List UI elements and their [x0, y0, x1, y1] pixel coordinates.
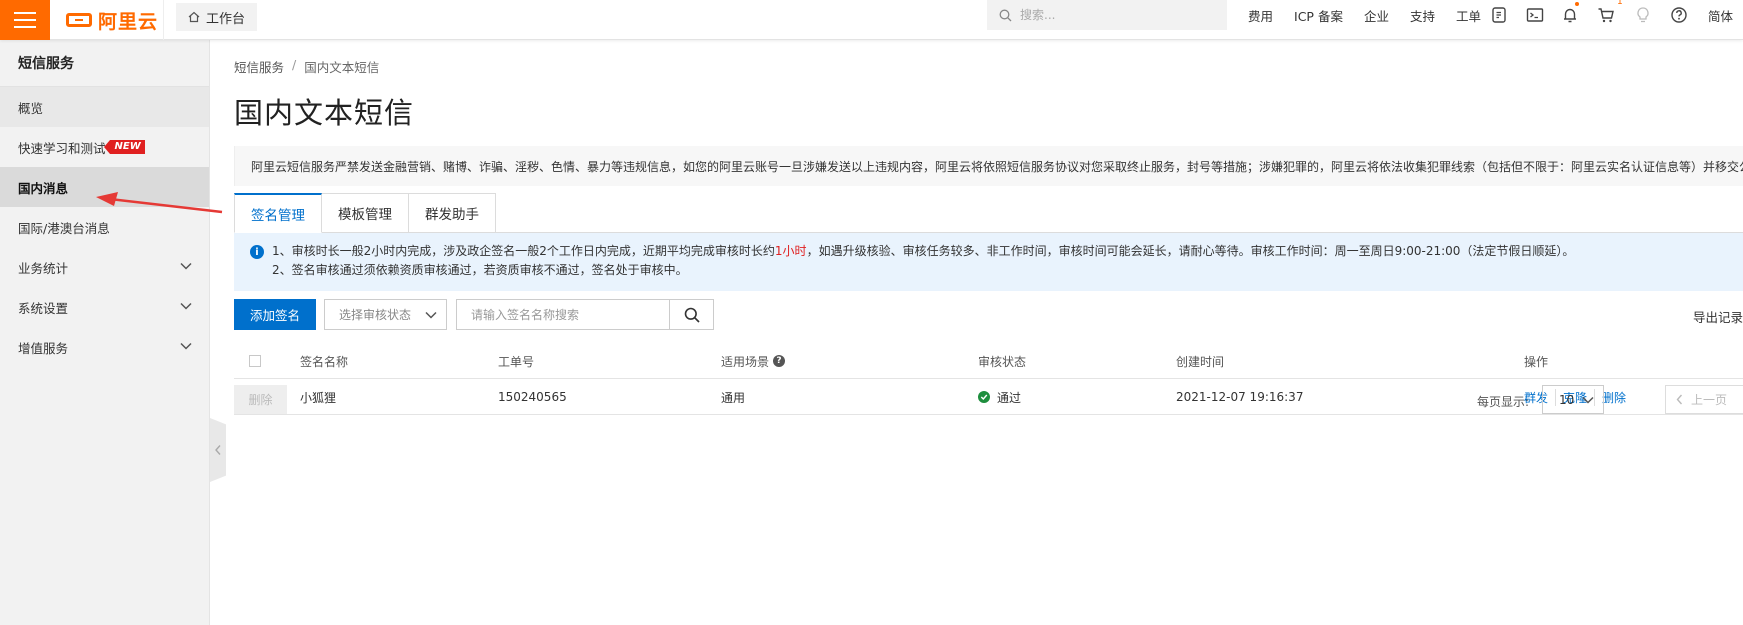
tab-bar: 签名管理 模板管理 群发助手 [234, 193, 1743, 233]
divider [163, 0, 164, 40]
aliyun-logo-icon [66, 13, 92, 27]
sidebar-item-label: 国际/港澳台消息 [18, 220, 110, 236]
sidebar-item-label: 系统设置 [18, 300, 69, 316]
hamburger-menu-button[interactable] [0, 0, 50, 40]
chevron-down-icon [180, 342, 192, 350]
search-icon [999, 9, 1012, 21]
previous-page-button[interactable]: 上一页 [1665, 385, 1743, 414]
breadcrumb-separator: / [292, 57, 297, 72]
table-header: 签名名称 工单号 适用场景 ? 审核状态 创建时间 操作 [234, 343, 1743, 379]
info-line-1-start: 1、审核时长一般2小时内完成，涉及政企签名一般2个工作日内完成，近期平均完成审核… [272, 244, 775, 258]
add-signature-button[interactable]: 添加签名 [234, 299, 317, 330]
table-footer: 删除 每页显示: 10 上一页 [234, 385, 1743, 415]
sidebar-item-domestic-messages[interactable]: 国内消息 [0, 167, 209, 207]
menu-line [14, 19, 36, 21]
search-icon [684, 307, 700, 323]
header-review-status: 审核状态 [978, 354, 1027, 369]
header-operations: 操作 [1524, 354, 1549, 369]
nav-link-fees[interactable]: 费用 [1248, 6, 1273, 25]
top-nav-links: 费用 ICP 备案 企业 支持 工单 [1248, 0, 1502, 30]
cart-icon[interactable]: 1 [1595, 0, 1623, 25]
header-scene-label: 适用场景 [721, 354, 770, 369]
previous-page-label: 上一页 [1691, 393, 1728, 407]
sidebar-item-label: 概览 [18, 100, 44, 116]
info-icon: i [250, 245, 264, 259]
language-switcher[interactable]: 简体 [1708, 6, 1733, 25]
review-status-select[interactable]: 选择审核状态 [324, 299, 447, 330]
top-navigation-bar: 阿里云 工作台 费用 ICP 备案 企业 支持 工单 1 简体 [0, 0, 1743, 40]
header-ticket-number: 工单号 [498, 354, 535, 369]
info-line-1-end: ，如遇升级核验、审核任务较多、非工作时间，审核时间可能会延长，请耐心等待。审核工… [806, 244, 1575, 258]
chevron-left-icon [215, 445, 221, 455]
nav-link-enterprise[interactable]: 企业 [1364, 6, 1389, 25]
page-title: 国内文本短信 [234, 96, 415, 130]
sidebar: 短信服务 概览 快速学习和测试 NEW 国内消息 国际/港澳台消息 业务统计 系… [0, 40, 210, 625]
per-page-value: 10 [1559, 392, 1575, 407]
info-line-2: 2、签名审核通过须依赖资质审核通过，若资质审核不通过，签名处于审核中。 [272, 263, 688, 277]
signature-search-input[interactable] [457, 300, 669, 329]
workbench-button[interactable]: 工作台 [176, 3, 258, 31]
chevron-left-icon [1676, 394, 1683, 405]
notification-bell-icon[interactable] [1559, 2, 1581, 25]
global-search-input[interactable] [1020, 8, 1220, 22]
sidebar-item-label: 业务统计 [18, 260, 69, 276]
help-icon[interactable]: ? [773, 355, 786, 367]
per-page-select[interactable]: 10 [1542, 385, 1604, 414]
signature-search-field[interactable] [456, 299, 669, 330]
info-highlight: 1小时 [774, 244, 807, 258]
info-line-1: 1、审核时长一般2小时内完成，涉及政企签名一般2个工作日内完成，近期平均完成审核… [250, 242, 1727, 261]
breadcrumb: 短信服务 / 国内文本短信 [234, 57, 379, 76]
header-created-time: 创建时间 [1176, 354, 1225, 369]
nav-link-support[interactable]: 支持 [1410, 6, 1435, 25]
sidebar-item-value-added[interactable]: 增值服务 [0, 327, 209, 367]
chevron-down-icon [180, 302, 192, 310]
main-content: 短信服务 / 国内文本短信 国内文本短信 阿里云短信服务严禁发送金融营销、赌博、… [234, 40, 1743, 625]
per-page-label: 每页显示: [1477, 395, 1530, 409]
signature-toolbar: 添加签名 选择审核状态 导出记录 [234, 299, 1743, 331]
brand-name: 阿里云 [98, 10, 159, 33]
workbench-label: 工作台 [206, 11, 246, 27]
review-status-placeholder: 选择审核状态 [339, 308, 412, 322]
review-info-box: i 1、审核时长一般2小时内完成，涉及政企签名一般2个工作日内完成，近期平均完成… [234, 233, 1743, 291]
tab-template-management[interactable]: 模板管理 [322, 193, 409, 233]
nav-link-icp[interactable]: ICP 备案 [1294, 6, 1343, 25]
menu-line [14, 26, 36, 28]
compliance-notice: 阿里云短信服务严禁发送金融营销、赌博、诈骗、淫秽、色情、暴力等违规信息，如您的阿… [234, 146, 1743, 186]
export-records-link[interactable]: 导出记录 [1693, 307, 1743, 326]
tab-signature-management[interactable]: 签名管理 [234, 193, 322, 233]
header-applicable-scene: 适用场景 ? [721, 343, 786, 379]
breadcrumb-root[interactable]: 短信服务 [234, 57, 284, 76]
select-all-checkbox[interactable] [249, 355, 261, 367]
lightbulb-icon[interactable] [1632, 5, 1654, 25]
sidebar-title: 短信服务 [0, 40, 209, 87]
sidebar-item-system-settings[interactable]: 系统设置 [0, 287, 209, 327]
sidebar-collapse-toggle[interactable] [210, 418, 226, 482]
sidebar-item-label: 增值服务 [18, 340, 69, 356]
sidebar-item-label: 快速学习和测试 [18, 140, 106, 156]
sidebar-item-international-messages[interactable]: 国际/港澳台消息 [0, 207, 209, 247]
breadcrumb-current: 国内文本短信 [304, 60, 380, 75]
cart-count: 1 [1617, 0, 1623, 7]
tab-bulk-send-assistant[interactable]: 群发助手 [409, 193, 496, 233]
sidebar-item-overview[interactable]: 概览 [0, 87, 209, 127]
chevron-down-icon [425, 311, 437, 319]
new-badge: NEW [103, 140, 145, 154]
home-icon [188, 11, 200, 23]
terminal-icon[interactable] [1524, 5, 1546, 25]
search-button[interactable] [669, 299, 714, 330]
aliyun-logo[interactable]: 阿里云 [66, 5, 158, 35]
chevron-down-icon [1582, 396, 1594, 404]
global-search[interactable] [987, 0, 1227, 30]
nav-link-ticket[interactable]: 工单 [1456, 6, 1481, 25]
menu-line [14, 12, 36, 14]
help-icon[interactable] [1668, 5, 1690, 25]
sidebar-item-quick-start[interactable]: 快速学习和测试 NEW [0, 127, 209, 167]
notification-dot [1575, 2, 1579, 6]
sidebar-item-label: 国内消息 [18, 180, 69, 196]
header-signature-name: 签名名称 [300, 354, 349, 369]
sidebar-item-business-stats[interactable]: 业务统计 [0, 247, 209, 287]
batch-delete-button[interactable]: 删除 [234, 385, 287, 414]
chevron-down-icon [180, 262, 192, 270]
icp-app-icon[interactable] [1488, 5, 1510, 25]
